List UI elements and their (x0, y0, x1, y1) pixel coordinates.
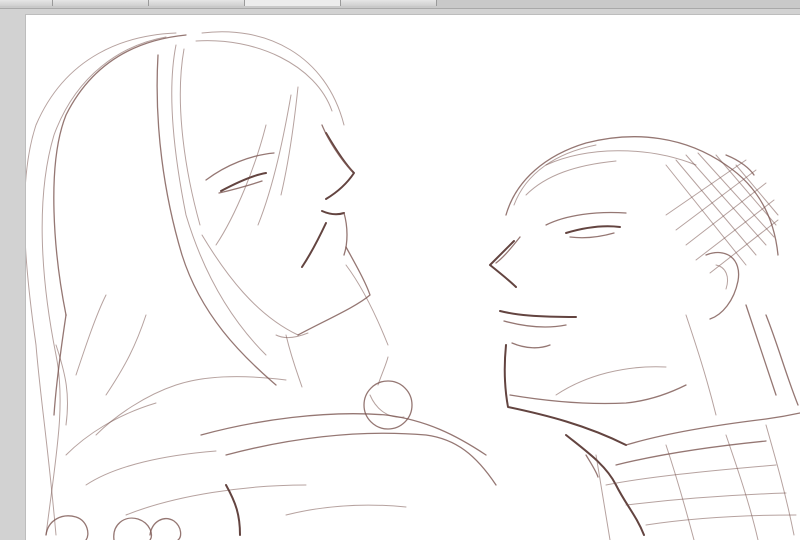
document-tab[interactable] (149, 0, 245, 6)
drawing-canvas[interactable] (26, 15, 800, 540)
document-tab[interactable] (0, 0, 53, 6)
right-figure-sketch (489, 136, 800, 540)
document-tab-bar (0, 0, 800, 9)
left-figure-sketch (26, 31, 497, 540)
document-tab[interactable] (245, 0, 341, 6)
document-tab[interactable] (53, 0, 149, 6)
document-tab[interactable] (341, 0, 437, 6)
sketch-artwork (26, 31, 800, 540)
canvas-workspace[interactable] (0, 9, 800, 540)
